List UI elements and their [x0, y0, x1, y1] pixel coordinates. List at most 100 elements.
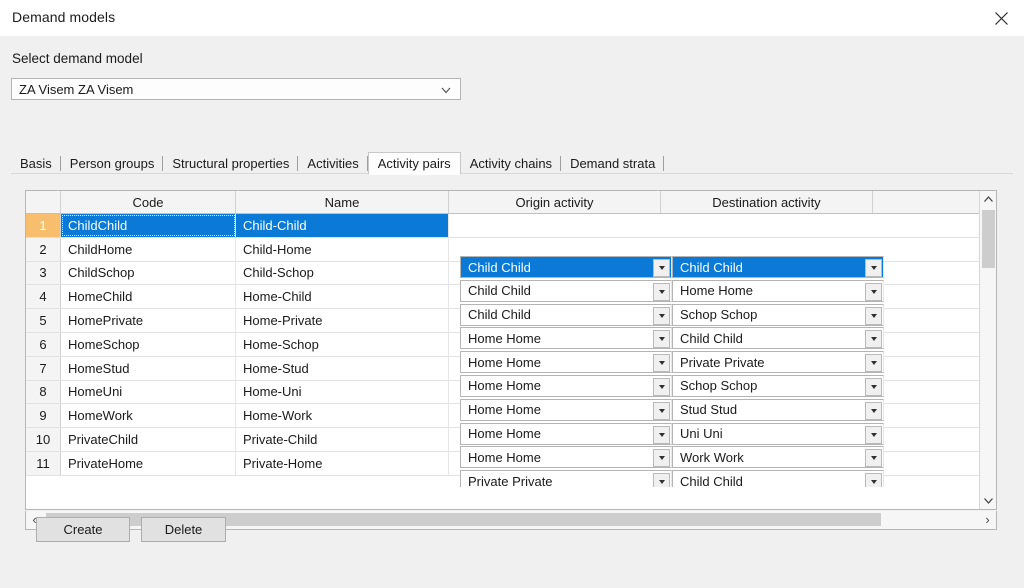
row-number[interactable]: 10 — [26, 428, 61, 451]
cell-origin-activity-value: Private Private — [468, 473, 553, 487]
destination-activity-dropdown-button[interactable] — [865, 425, 882, 444]
tab-demand-strata[interactable]: Demand strata — [561, 153, 665, 174]
destination-activity-dropdown-button[interactable] — [865, 449, 882, 468]
cell-name[interactable]: Private-Home — [236, 451, 449, 475]
column-header-code[interactable]: Code — [61, 191, 236, 213]
column-header-rownum[interactable] — [26, 191, 61, 213]
caret-down-icon — [658, 480, 665, 485]
destination-activity-dropdown-button[interactable] — [865, 306, 882, 325]
destination-activity-dropdown-button[interactable] — [865, 354, 882, 373]
row-number[interactable]: 11 — [26, 451, 61, 475]
grid-vertical-scrollbar[interactable] — [979, 191, 996, 509]
column-header-origin-activity[interactable]: Origin activity — [449, 191, 661, 213]
origin-activity-dropdown-button[interactable] — [653, 306, 670, 325]
row-number[interactable]: 1 — [26, 214, 61, 237]
origin-activity-dropdown-button[interactable] — [653, 449, 670, 468]
cell-origin-activity[interactable]: Child Child — [460, 303, 672, 326]
cell-name[interactable]: Child-Schop — [236, 261, 449, 285]
origin-activity-dropdown-button[interactable] — [653, 330, 670, 349]
destination-activity-dropdown-button[interactable] — [865, 377, 882, 396]
cell-origin-activity[interactable]: Private Private — [460, 470, 672, 487]
destination-activity-dropdown-button[interactable] — [865, 473, 882, 487]
destination-activity-dropdown-button[interactable] — [865, 330, 882, 349]
tab-activity-pairs[interactable]: Activity pairs — [367, 152, 461, 175]
cell-code[interactable]: ChildChild — [61, 214, 236, 237]
origin-activity-dropdown-button[interactable] — [653, 354, 670, 373]
row-number[interactable]: 5 — [26, 309, 61, 332]
row-number[interactable]: 2 — [26, 237, 61, 261]
cell-destination-activity[interactable]: Schop Schop — [672, 303, 884, 326]
destination-activity-dropdown-button[interactable] — [865, 282, 882, 301]
delete-button[interactable]: Delete — [141, 517, 226, 542]
cell-origin-activity[interactable]: Home Home — [460, 327, 672, 350]
column-header-name[interactable]: Name — [236, 191, 449, 213]
cell-code[interactable]: HomeWork — [61, 404, 236, 428]
cell-name[interactable]: Home-Schop — [236, 332, 449, 356]
cell-origin-activity[interactable]: Home Home — [460, 398, 672, 421]
row-number[interactable]: 8 — [26, 380, 61, 404]
row-number[interactable]: 9 — [26, 404, 61, 428]
cell-origin-activity[interactable]: Home Home — [460, 374, 672, 397]
cell-destination-activity[interactable]: Stud Stud — [672, 398, 884, 421]
tab-structural-properties[interactable]: Structural properties — [163, 153, 299, 174]
cell-name[interactable]: Home-Work — [236, 404, 449, 428]
cell-name[interactable]: Child-Child — [236, 214, 449, 237]
cell-name[interactable]: Child-Home — [236, 237, 449, 261]
scroll-down-button[interactable] — [980, 492, 996, 509]
tab-person-groups[interactable]: Person groups — [60, 153, 164, 174]
cell-code[interactable]: HomeStud — [61, 356, 236, 380]
origin-activity-dropdown-button[interactable] — [653, 259, 670, 277]
destination-activity-dropdown-button[interactable] — [865, 401, 882, 420]
close-icon — [994, 11, 1008, 25]
scroll-right-button[interactable]: › — [979, 511, 996, 528]
create-button[interactable]: Create — [36, 517, 130, 542]
window-title: Demand models — [12, 9, 116, 25]
cell-code[interactable]: HomePrivate — [61, 309, 236, 332]
cell-destination-activity[interactable]: Child Child — [672, 256, 884, 278]
origin-activity-dropdown-button[interactable] — [653, 401, 670, 420]
cell-code[interactable]: HomeChild — [61, 285, 236, 309]
column-header-destination-activity[interactable]: Destination activity — [661, 191, 873, 213]
cell-origin-activity[interactable]: Child Child — [460, 256, 672, 278]
cell-destination-activity[interactable]: Work Work — [672, 446, 884, 469]
cell-name[interactable]: Home-Private — [236, 309, 449, 332]
cell-destination-activity[interactable]: Home Home — [672, 279, 884, 302]
cell-destination-activity[interactable]: Child Child — [672, 470, 884, 487]
cell-destination-activity[interactable]: Private Private — [672, 351, 884, 374]
tab-separator — [663, 156, 665, 171]
cell-origin-activity[interactable]: Child Child — [460, 279, 672, 302]
tab-activities[interactable]: Activities — [298, 153, 368, 174]
cell-origin-activity[interactable]: Home Home — [460, 351, 672, 374]
cell-destination-activity[interactable]: Uni Uni — [672, 422, 884, 445]
cell-destination-activity[interactable]: Schop Schop — [672, 374, 884, 397]
cell-name[interactable]: Home-Stud — [236, 356, 449, 380]
cell-code[interactable]: PrivateChild — [61, 428, 236, 451]
tab-activity-chains[interactable]: Activity chains — [460, 153, 562, 174]
cell-destination-activity[interactable]: Child Child — [672, 327, 884, 350]
cell-origin-activity[interactable]: Home Home — [460, 446, 672, 469]
cell-code[interactable]: PrivateHome — [61, 451, 236, 475]
origin-activity-dropdown-button[interactable] — [653, 425, 670, 444]
demand-model-select[interactable]: ZA Visem ZA Visem — [11, 78, 461, 100]
cell-code[interactable]: HomeUni — [61, 380, 236, 404]
cell-code[interactable]: ChildHome — [61, 237, 236, 261]
row-number[interactable]: 4 — [26, 285, 61, 309]
cell-code[interactable]: HomeSchop — [61, 332, 236, 356]
cell-name[interactable]: Home-Child — [236, 285, 449, 309]
close-button[interactable] — [978, 0, 1024, 36]
destination-activity-dropdown-button[interactable] — [865, 259, 882, 277]
row-number[interactable]: 6 — [26, 332, 61, 356]
cell-name[interactable]: Private-Child — [236, 428, 449, 451]
cell-origin-activity[interactable]: Home Home — [460, 422, 672, 445]
origin-activity-dropdown-button[interactable] — [653, 377, 670, 396]
origin-activity-dropdown-button[interactable] — [653, 473, 670, 487]
origin-activity-dropdown-button[interactable] — [653, 282, 670, 301]
table-row[interactable]: 1 ChildChild Child-Child Child Child Child C… — [26, 214, 996, 278]
vertical-scroll-thumb[interactable] — [982, 210, 995, 268]
cell-code[interactable]: ChildSchop — [61, 261, 236, 285]
row-number[interactable]: 7 — [26, 356, 61, 380]
row-number[interactable]: 3 — [26, 261, 61, 285]
scroll-up-button[interactable] — [980, 191, 996, 208]
tab-basis[interactable]: Basis — [11, 153, 61, 174]
cell-name[interactable]: Home-Uni — [236, 380, 449, 404]
